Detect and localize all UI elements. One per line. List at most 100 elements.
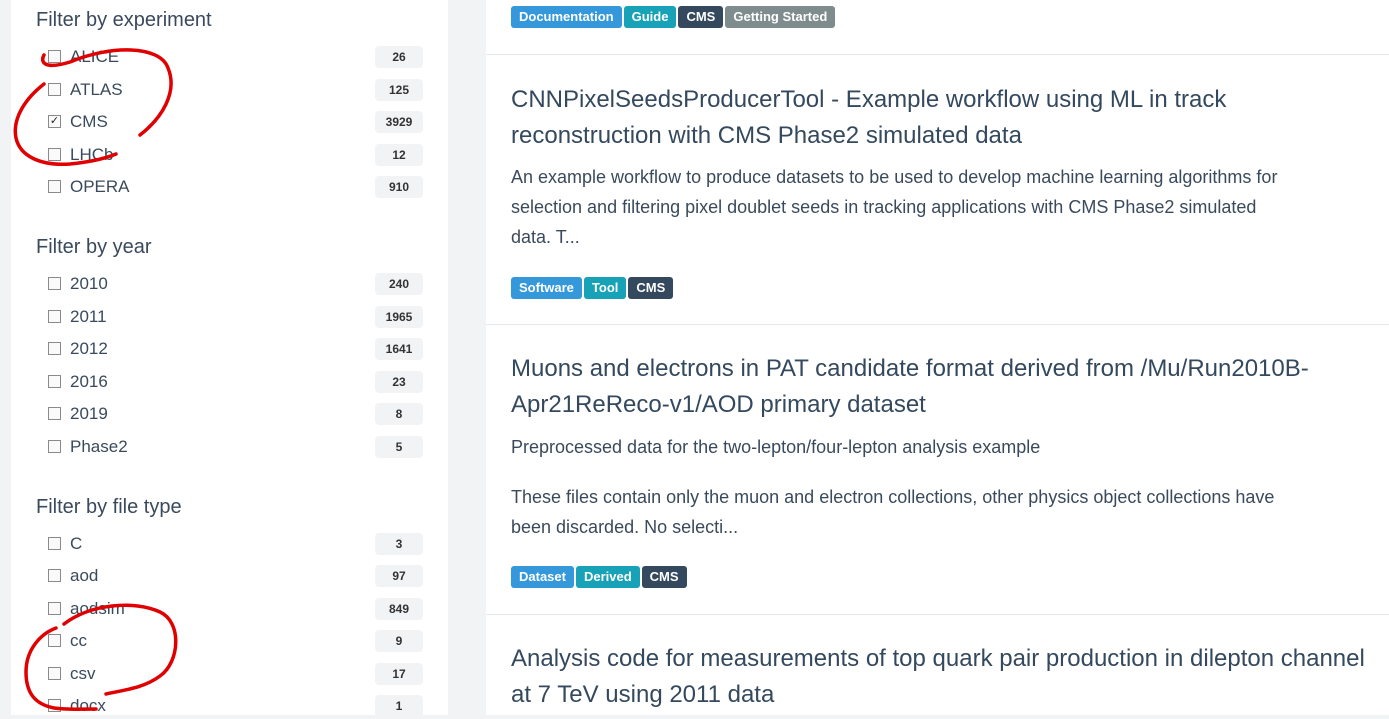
checkbox[interactable] xyxy=(48,440,61,453)
card-badges: Dataset Derived CMS xyxy=(511,566,689,588)
result-card: CNNPixelSeedsProducerTool - Example work… xyxy=(486,54,1389,325)
filter-count-badge: 12 xyxy=(375,143,423,166)
card-title-link[interactable]: Analysis code for measurements of top qu… xyxy=(511,641,1365,713)
category-badge[interactable]: Software xyxy=(511,277,582,299)
filter-option[interactable]: 2019 8 xyxy=(48,403,423,427)
filter-option[interactable]: 2016 23 xyxy=(48,370,423,395)
filter-count-badge: 1 xyxy=(375,695,423,717)
filter-experiment-title: Filter by experiment xyxy=(36,9,212,31)
card-badges: Documentation Guide CMS Getting Started xyxy=(511,6,837,28)
card-summary: Preprocessed data for the two-lepton/fou… xyxy=(511,437,1041,457)
result-card: Documentation Guide CMS Getting Started xyxy=(486,0,1389,54)
filter-option[interactable]: OPERA 910 xyxy=(48,176,423,200)
category-badge[interactable]: Guide xyxy=(623,6,677,28)
checkbox[interactable] xyxy=(48,601,61,615)
filter-option-label: ATLAS xyxy=(70,79,123,99)
filter-option[interactable]: 2012 1641 xyxy=(48,338,423,362)
category-badge[interactable]: Documentation xyxy=(511,6,622,28)
category-badge[interactable]: CMS xyxy=(628,277,674,299)
checkbox[interactable] xyxy=(48,666,61,680)
card-desc-line: been discarded. No selecti... xyxy=(511,517,739,537)
checkbox[interactable] xyxy=(48,537,61,550)
filter-option-label: aod xyxy=(70,566,99,586)
filter-option-label: 2011 xyxy=(70,306,107,326)
results-list: Documentation Guide CMS Getting Started CNN… xyxy=(486,0,1389,715)
filter-count-badge: 125 xyxy=(375,78,423,101)
filter-option-label: 2016 xyxy=(70,371,108,391)
filter-count-badge: 240 xyxy=(375,273,423,295)
checkmark-icon: ✓ xyxy=(49,115,60,128)
filter-sidebar: Filter by experiment ALICE 26 ATLAS 125 ✓ CMS… xyxy=(11,0,448,717)
filter-option-label: 2010 xyxy=(70,274,108,293)
filter-option-label: 2019 xyxy=(70,404,108,424)
category-badge[interactable]: CMS xyxy=(641,566,687,588)
checkbox[interactable] xyxy=(48,699,61,712)
filter-option[interactable]: LHCb 12 xyxy=(48,143,423,168)
filter-option-label: C xyxy=(70,534,83,553)
checkbox-checked[interactable]: ✓ xyxy=(48,115,61,129)
filter-count-badge: 3929 xyxy=(375,111,423,134)
filter-option-label: 2012 xyxy=(70,339,108,359)
category-badge[interactable]: Tool xyxy=(583,277,627,299)
filter-option-label: aodsim xyxy=(70,598,125,618)
checkbox[interactable] xyxy=(48,50,61,63)
checkbox[interactable] xyxy=(48,342,61,356)
filter-option[interactable]: ALICE 26 xyxy=(48,46,423,70)
filter-option-label: csv xyxy=(70,663,96,683)
filter-option[interactable]: aod 97 xyxy=(48,565,423,589)
filter-option-label: cc xyxy=(70,631,87,651)
filter-count-badge: 26 xyxy=(375,46,423,68)
filter-count-badge: 23 xyxy=(375,370,423,393)
checkbox[interactable] xyxy=(48,82,61,96)
card-desc-line: An example workflow to produce datasets … xyxy=(511,167,1278,187)
filter-count-badge: 8 xyxy=(375,403,423,426)
card-desc-line: selection and filtering pixel doublet se… xyxy=(511,197,1257,217)
filter-option-label: Phase2 xyxy=(70,437,128,456)
filter-option-label: CMS xyxy=(70,112,108,132)
filter-count-badge: 17 xyxy=(375,662,423,685)
category-badge[interactable]: Getting Started xyxy=(725,6,836,28)
filter-option[interactable]: C3 xyxy=(48,533,423,557)
filter-option[interactable]: csv 17 xyxy=(48,662,423,687)
filter-option-label: ALICE xyxy=(70,47,120,66)
category-badge[interactable]: Dataset xyxy=(511,566,574,588)
card-title-line: at 7 TeV using 2011 data xyxy=(511,681,775,708)
card-description: These files contain only the muon and el… xyxy=(511,482,1274,542)
card-title-link[interactable]: Muons and electrons in PAT candidate for… xyxy=(511,351,1309,423)
card-title-line: Analysis code for measurements of top qu… xyxy=(511,645,1365,672)
filter-option[interactable]: ✓ CMS 3929 xyxy=(48,111,423,135)
filter-option[interactable]: 2010 240 xyxy=(48,273,423,297)
result-card: Analysis code for measurements of top qu… xyxy=(486,614,1389,716)
checkbox[interactable] xyxy=(48,634,61,648)
checkbox[interactable] xyxy=(48,569,61,583)
checkbox[interactable] xyxy=(48,277,61,290)
result-card: Muons and electrons in PAT candidate for… xyxy=(486,324,1389,615)
filter-option[interactable]: cc 9 xyxy=(48,630,423,654)
filter-count-badge: 3 xyxy=(375,533,423,555)
checkbox[interactable] xyxy=(48,180,61,194)
card-desc-line: These files contain only the muon and el… xyxy=(511,487,1275,507)
checkbox[interactable] xyxy=(48,309,61,323)
filter-year-title: Filter by year xyxy=(36,236,152,258)
filter-option[interactable]: ATLAS 125 xyxy=(48,78,423,103)
filter-option[interactable]: aodsim 849 xyxy=(48,597,423,622)
filter-option[interactable]: Phase2 5 xyxy=(48,436,423,460)
card-badges: Software Tool CMS xyxy=(511,277,675,299)
card-desc-line: data. T... xyxy=(511,227,580,247)
checkbox[interactable] xyxy=(48,407,61,421)
category-badge[interactable]: CMS xyxy=(678,6,724,28)
card-title-line: reconstruction with CMS Phase2 simulated… xyxy=(511,122,1022,149)
card-title-link[interactable]: CNNPixelSeedsProducerTool - Example work… xyxy=(511,82,1226,154)
filter-count-badge: 5 xyxy=(375,436,423,458)
filter-option[interactable]: 2011 1965 xyxy=(48,305,423,330)
filter-option-label: LHCb xyxy=(70,144,114,164)
category-badge[interactable]: Derived xyxy=(575,566,640,588)
card-description: An example workflow to produce datasets … xyxy=(511,162,1277,252)
filter-count-badge: 910 xyxy=(375,176,423,199)
filter-filetype-title: Filter by file type xyxy=(36,496,182,518)
filter-count-badge: 849 xyxy=(375,597,423,620)
filter-count-badge: 97 xyxy=(375,565,423,588)
checkbox[interactable] xyxy=(48,147,61,161)
checkbox[interactable] xyxy=(48,374,61,388)
filter-option[interactable]: docx 1 xyxy=(48,695,423,719)
